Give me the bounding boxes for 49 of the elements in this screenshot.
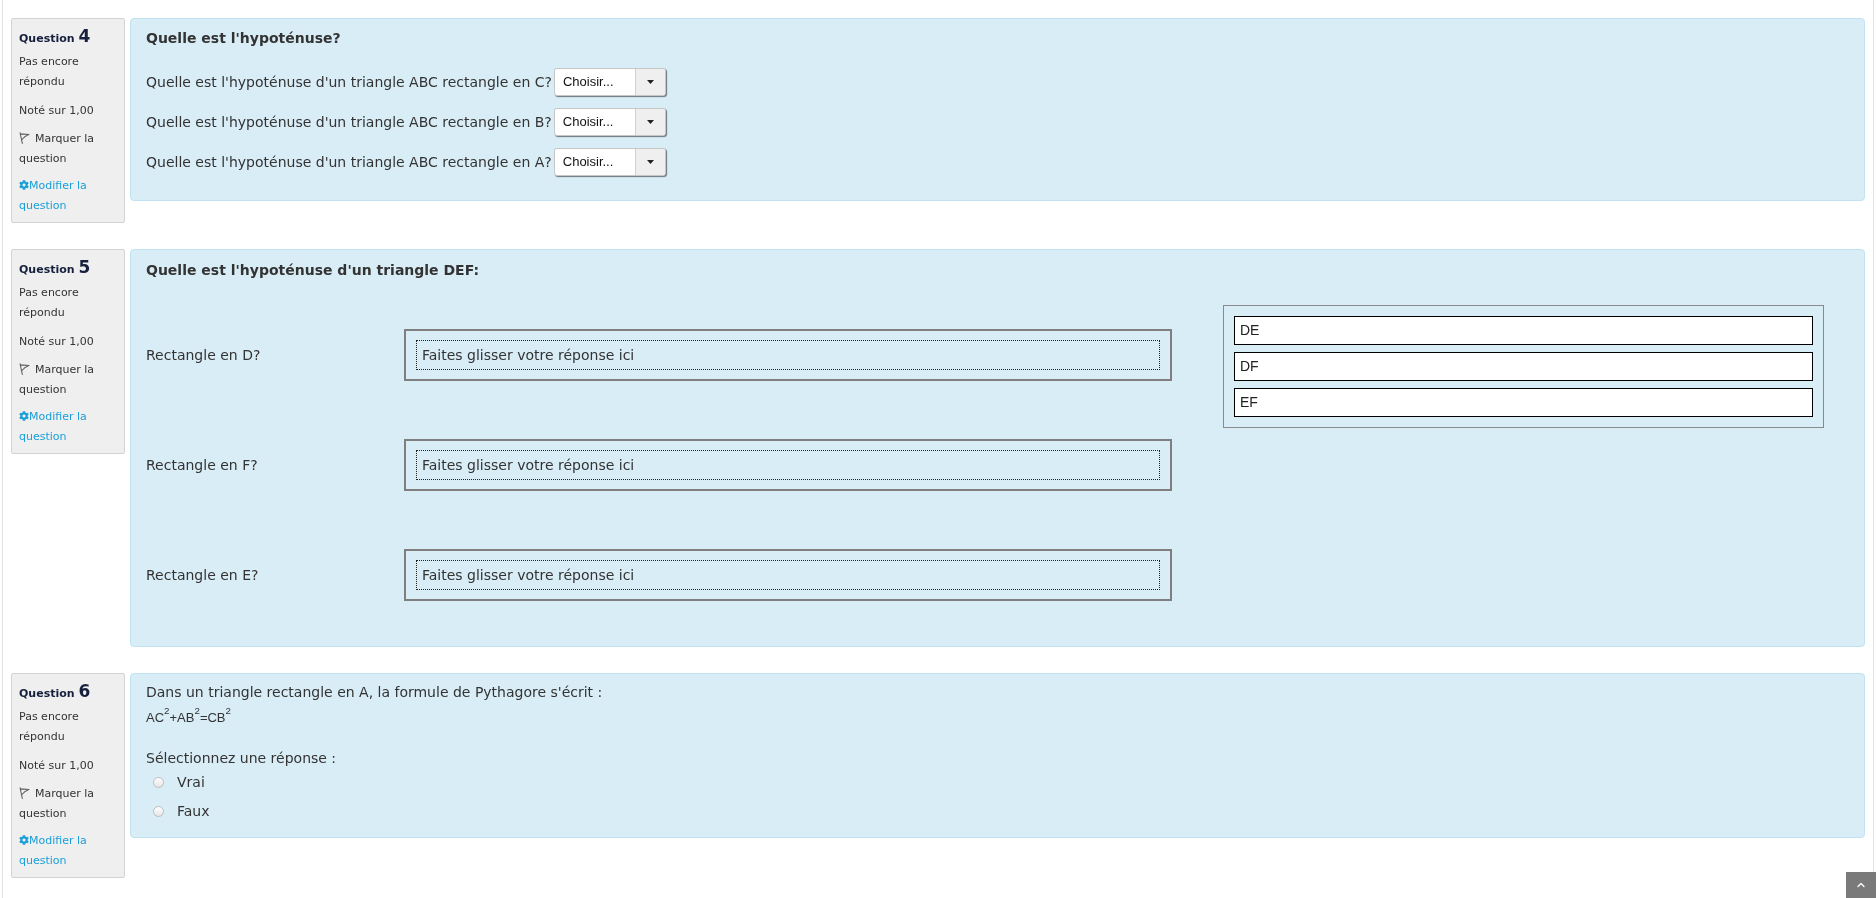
drop-zone[interactable]: Faites glisser votre réponse ici: [404, 439, 1172, 491]
subquestion-text: Rectangle en F?: [146, 456, 258, 473]
caret-icon: [646, 120, 654, 124]
formula: AC$^{2}$+AB$^{2}$=CB$^{2}$: [146, 710, 231, 725]
grade-text: Noté sur 1,00: [19, 759, 94, 772]
question-label: Question: [19, 262, 75, 278]
subquestion-text: Quelle est l'hypoténuse d'un triangle ABC rectangle en C?: [146, 72, 552, 92]
gear-icon: [19, 835, 29, 845]
subquestion-text: Rectangle en E?: [146, 566, 259, 583]
answer-status: Pas encore répondu: [19, 55, 79, 88]
gear-icon: [19, 411, 29, 421]
drag-choice[interactable]: EF: [1234, 388, 1813, 417]
subquestion-text: Quelle est l'hypoténuse d'un triangle ABC rectangle en A?: [146, 152, 552, 172]
flag-icon: [19, 363, 30, 375]
option-label: Faux: [177, 802, 210, 821]
drop-zone[interactable]: Faites glisser votre réponse ici: [404, 549, 1172, 601]
question-label: Question: [19, 31, 75, 47]
question-text: Dans un triangle rectangle en A, la formule de Pythagore s'écrit :: [146, 683, 604, 701]
radio-button[interactable]: [153, 777, 164, 788]
subquestion-text: Quelle est l'hypoténuse d'un triangle ABC rectangle en B?: [146, 112, 552, 132]
question-number: 4: [78, 27, 91, 46]
flag-question-link[interactable]: Marquer la question: [19, 129, 120, 169]
drag-choice[interactable]: DE: [1234, 316, 1813, 345]
scroll-top-button[interactable]: [1846, 872, 1876, 898]
question-number: 6: [78, 682, 91, 701]
caret-icon: [646, 160, 654, 164]
flag-question-link[interactable]: Marquer la question: [19, 784, 120, 824]
flag-icon: [19, 787, 30, 799]
choice-dropdown[interactable]: Choisir...: [553, 148, 666, 176]
question-label: Question: [19, 686, 75, 702]
subquestion-text: Rectangle en D?: [146, 346, 261, 363]
question-number: 5: [78, 258, 91, 277]
drop-zone[interactable]: Faites glisser votre réponse ici: [404, 329, 1172, 381]
grade-text: Noté sur 1,00: [19, 335, 94, 348]
radio-button[interactable]: [153, 806, 164, 817]
caret-icon: [646, 80, 654, 84]
option-label: Vrai: [177, 773, 205, 792]
choice-dropdown[interactable]: Choisir...: [553, 108, 666, 136]
gear-icon: [19, 180, 29, 190]
answer-status: Pas encore répondu: [19, 710, 79, 743]
grade-text: Noté sur 1,00: [19, 104, 94, 117]
answer-prompt: Sélectionnez une réponse :: [146, 750, 337, 766]
drag-choice[interactable]: DF: [1234, 352, 1813, 381]
question-title: Quelle est l'hypoténuse d'un triangle DEF:: [146, 262, 480, 278]
answer-status: Pas encore répondu: [19, 286, 79, 319]
flag-icon: [19, 132, 30, 144]
flag-question-link[interactable]: Marquer la question: [19, 360, 120, 400]
choice-dropdown[interactable]: Choisir...: [553, 68, 666, 96]
question-title: Quelle est l'hypoténuse?: [146, 30, 341, 46]
